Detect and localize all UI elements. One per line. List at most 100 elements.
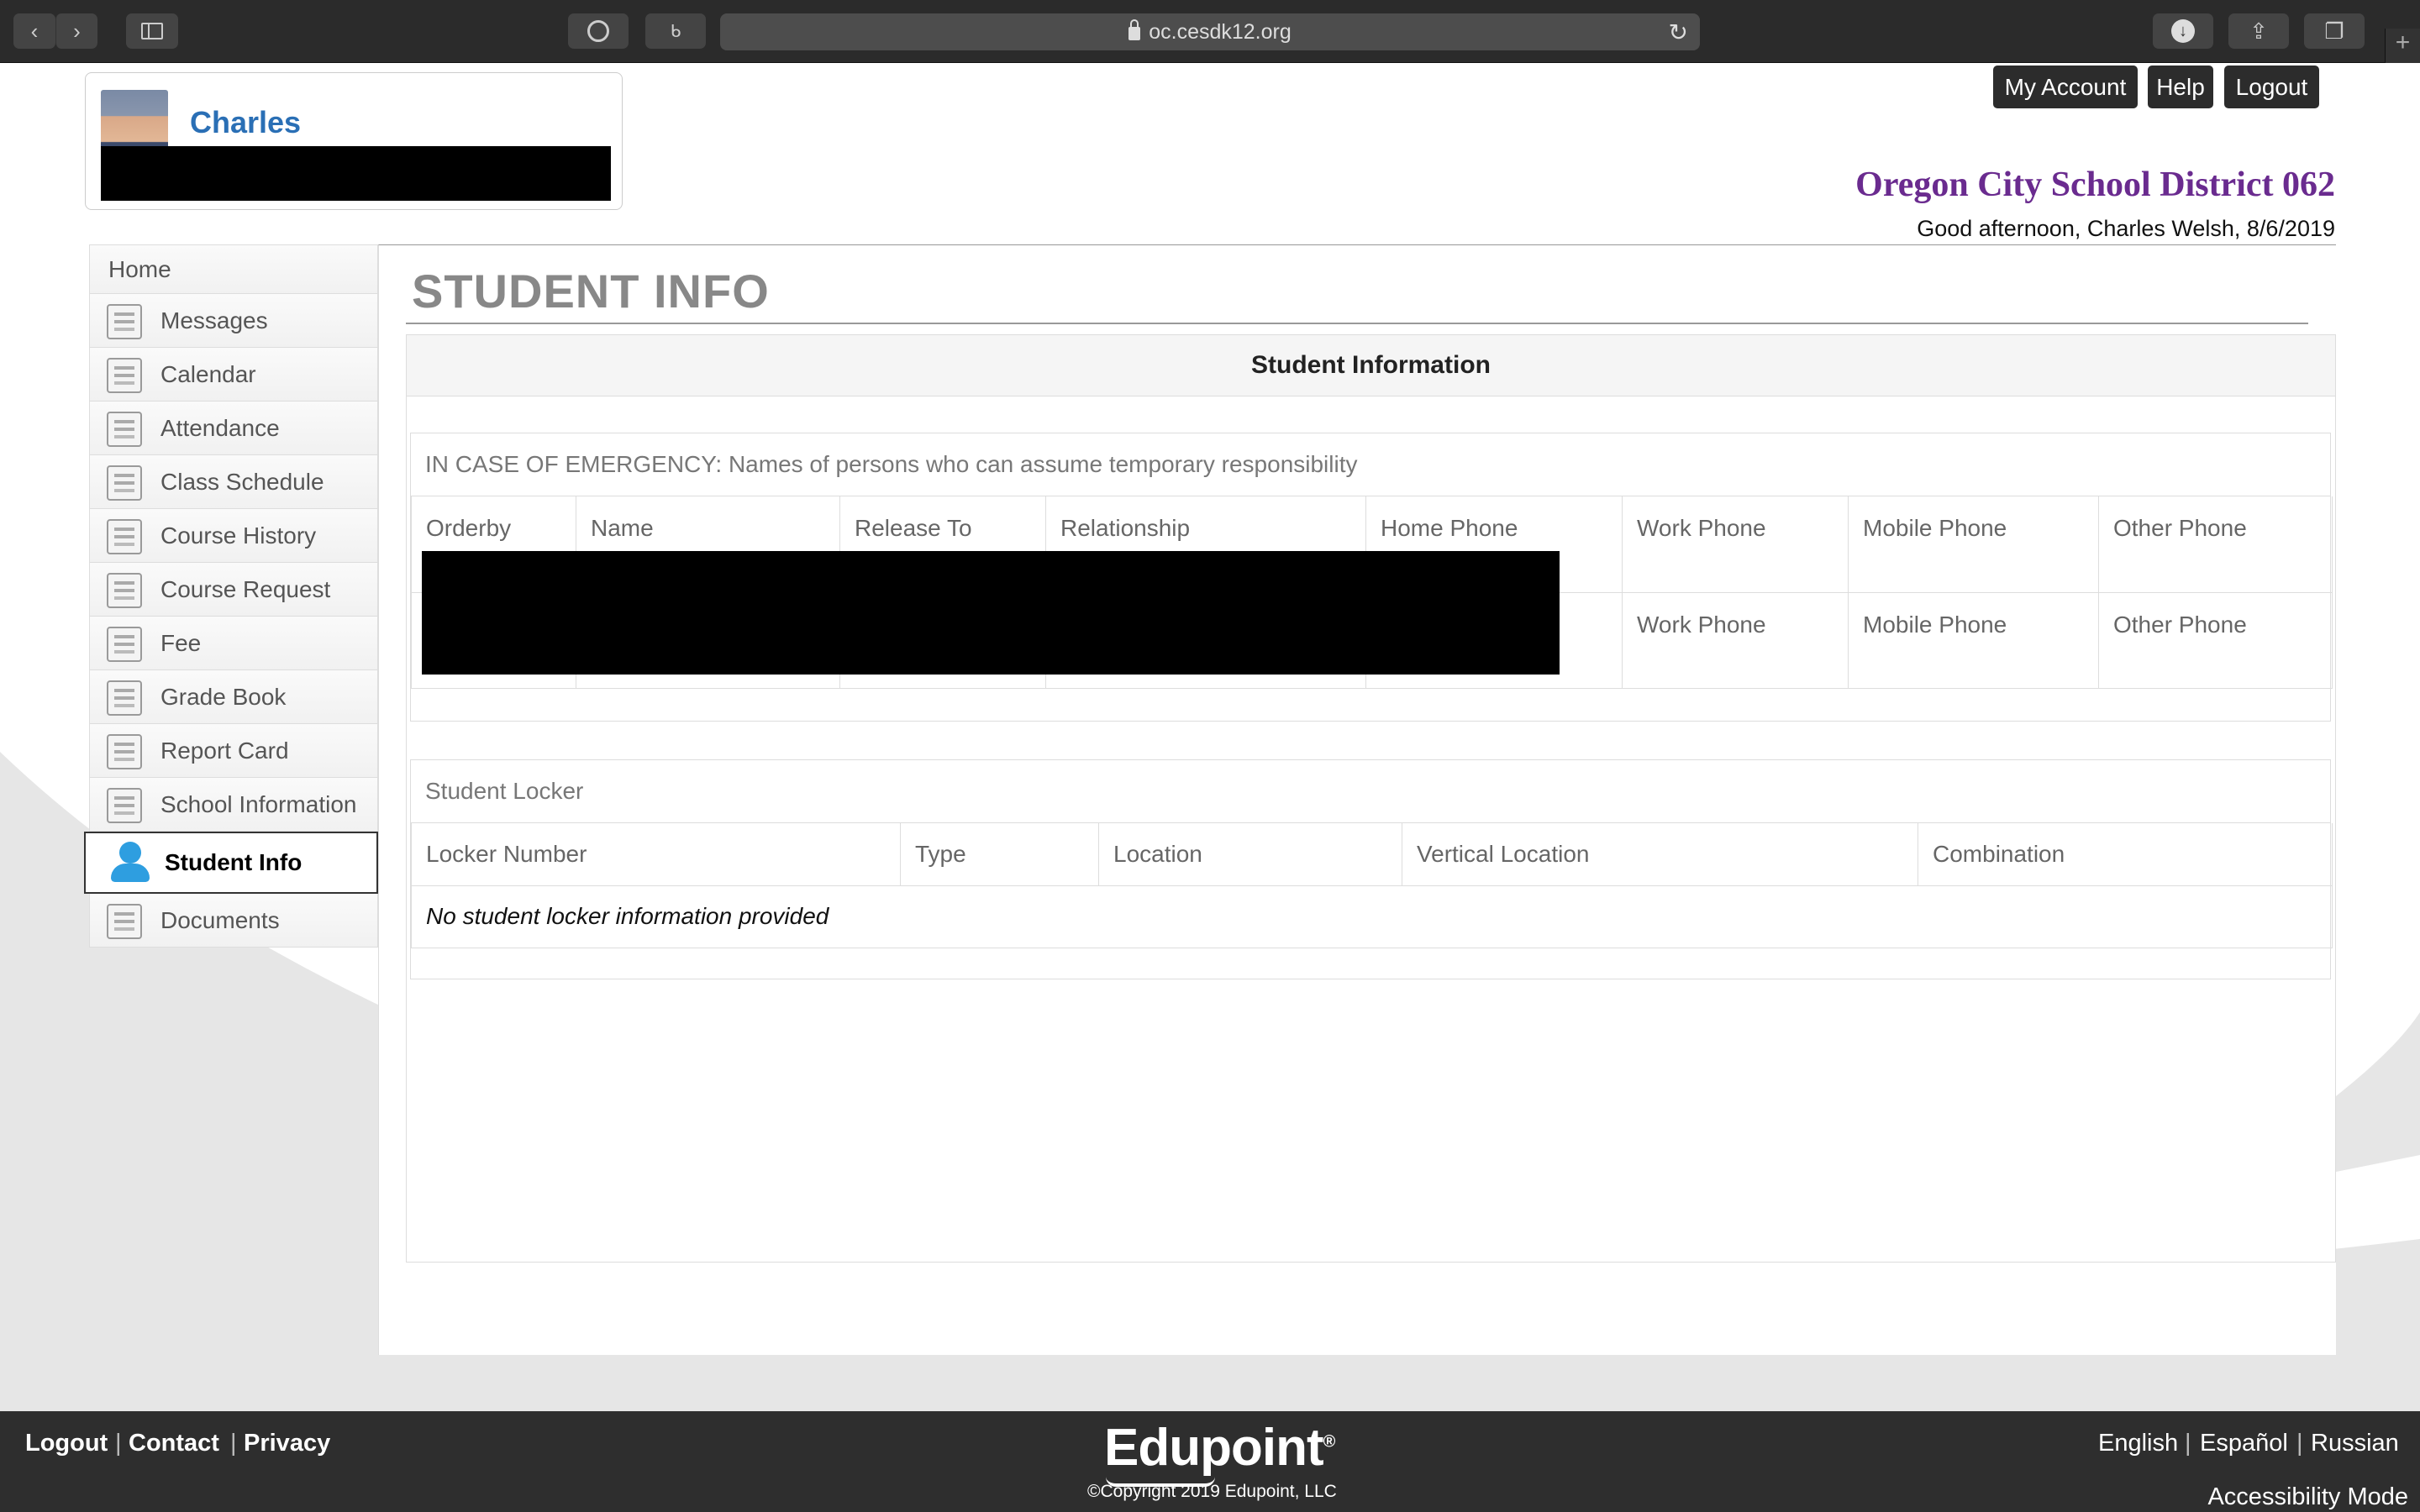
calendar-icon bbox=[107, 358, 142, 393]
column-header: Mobile Phone bbox=[1848, 496, 2099, 593]
table-cell: Mobile Phone bbox=[1848, 591, 2099, 689]
footer-privacy-link[interactable]: Privacy bbox=[244, 1430, 330, 1457]
share-icon: ⇪ bbox=[2249, 18, 2268, 44]
sidebar-icon bbox=[141, 23, 163, 39]
column-header: Combination bbox=[1918, 823, 2333, 886]
chevron-left-icon: ‹ bbox=[30, 18, 39, 44]
forward-button[interactable]: › bbox=[55, 13, 97, 49]
sidebar-item-documents[interactable]: Documents bbox=[89, 894, 378, 948]
sidebar-item-course-request[interactable]: Course Request bbox=[89, 563, 378, 617]
sidebar-toggle-button[interactable] bbox=[126, 13, 178, 49]
column-header: Vertical Location bbox=[1402, 823, 1918, 886]
edupoint-logo: Edupoint® bbox=[1104, 1418, 1336, 1478]
language-russian-link[interactable]: Russian bbox=[2311, 1430, 2399, 1457]
student-information-box: Student Information IN CASE OF EMERGENCY… bbox=[406, 334, 2336, 1263]
extension-icon: ᑲ bbox=[670, 22, 681, 41]
title-divider bbox=[406, 323, 2308, 324]
sidebar-item-label: Messages bbox=[160, 307, 268, 333]
locker-title: Student Locker bbox=[411, 760, 2330, 823]
sidebar-item-class-schedule[interactable]: Class Schedule bbox=[89, 455, 378, 509]
messages-icon bbox=[107, 304, 142, 339]
reload-icon[interactable]: ↻ bbox=[1669, 18, 1688, 46]
downloads-button[interactable]: ↓ bbox=[2153, 13, 2213, 49]
password-manager-button[interactable] bbox=[568, 13, 629, 49]
language-english-link[interactable]: English bbox=[2098, 1430, 2178, 1457]
extension-button[interactable]: ᑲ bbox=[645, 13, 706, 49]
chevron-right-icon: › bbox=[73, 18, 81, 44]
sidebar-item-fee[interactable]: Fee bbox=[89, 617, 378, 670]
back-button[interactable]: ‹ bbox=[13, 13, 55, 49]
locker-section: Student Locker Locker Number Type Locati… bbox=[410, 759, 2333, 979]
logout-button[interactable]: Logout bbox=[2224, 66, 2319, 108]
address-bar[interactable]: oc.cesdk12.org ↻ bbox=[720, 13, 1700, 50]
my-account-button[interactable]: My Account bbox=[1993, 66, 2138, 108]
sidebar-item-grade-book[interactable]: Grade Book bbox=[89, 670, 378, 724]
logo-mark: ® bbox=[1323, 1432, 1336, 1452]
sidebar-item-label: Class Schedule bbox=[160, 468, 324, 495]
footer-contact-link[interactable]: Contact bbox=[129, 1430, 219, 1457]
sidebar-item-school-information[interactable]: School Information bbox=[89, 778, 378, 832]
sidebar-item-calendar[interactable]: Calendar bbox=[89, 348, 378, 402]
sidebar-item-label: Documents bbox=[160, 906, 280, 933]
tabs-button[interactable]: ❐ bbox=[2304, 13, 2365, 49]
password-icon bbox=[587, 20, 609, 42]
class-schedule-icon bbox=[107, 465, 142, 501]
sidebar-item-messages[interactable]: Messages bbox=[89, 294, 378, 348]
tabs-icon: ❐ bbox=[2324, 18, 2344, 44]
sidebar-item-label: Course Request bbox=[160, 575, 331, 602]
column-header: Locker Number bbox=[411, 823, 901, 886]
sidebar-item-label: Fee bbox=[160, 629, 202, 656]
column-header: Type bbox=[900, 823, 1099, 886]
sidebar-item-label: Report Card bbox=[160, 737, 289, 764]
table-cell: Other Phone bbox=[2098, 591, 2333, 689]
sidebar-item-label: Student Info bbox=[165, 849, 302, 875]
sidebar-item-student-info[interactable]: Student Info bbox=[84, 832, 378, 894]
logo-text: Edupoint bbox=[1104, 1419, 1324, 1477]
column-header: Location bbox=[1098, 823, 1402, 886]
documents-icon bbox=[107, 904, 142, 939]
new-tab-button[interactable]: + bbox=[2385, 29, 2420, 63]
main-content: STUDENT INFO Student Information IN CASE… bbox=[378, 244, 2336, 1355]
table-row: No student locker information provided bbox=[411, 885, 2333, 948]
language-espanol-link[interactable]: Español bbox=[2200, 1430, 2288, 1457]
browser-toolbar: ‹ › ᑲ oc.cesdk12.org ↻ ↓ ⇪ ❐ + bbox=[0, 0, 2420, 63]
sidebar-nav: Home Messages Calendar Attendance Class … bbox=[84, 244, 378, 948]
sidebar-item-label: Course History bbox=[160, 522, 317, 549]
grade-book-icon bbox=[107, 680, 142, 716]
district-name: Oregon City School District 062 bbox=[1855, 165, 2335, 204]
help-button[interactable]: Help bbox=[2148, 66, 2213, 108]
table-row: Locker Number Type Location Vertical Loc… bbox=[411, 823, 2333, 886]
school-icon bbox=[107, 788, 142, 823]
sidebar-item-course-history[interactable]: Course History bbox=[89, 509, 378, 563]
redacted-block bbox=[422, 551, 1560, 675]
table-cell: Work Phone bbox=[1622, 591, 1849, 689]
fee-icon bbox=[107, 627, 142, 662]
sidebar-item-label: Attendance bbox=[160, 414, 280, 441]
lock-icon bbox=[1128, 19, 1141, 40]
footer-logout-link[interactable]: Logout bbox=[25, 1430, 108, 1457]
url-text: oc.cesdk12.org bbox=[1149, 19, 1292, 44]
course-request-icon bbox=[107, 573, 142, 608]
locker-table: Locker Number Type Location Vertical Loc… bbox=[411, 823, 2333, 948]
footer-separator: | bbox=[230, 1430, 237, 1457]
course-history-icon bbox=[107, 519, 142, 554]
sidebar-item-home[interactable]: Home bbox=[89, 244, 378, 294]
sidebar-item-report-card[interactable]: Report Card bbox=[89, 724, 378, 778]
sidebar-item-label: Home bbox=[108, 255, 171, 282]
share-button[interactable]: ⇪ bbox=[2228, 13, 2289, 49]
footer-separator: | bbox=[2296, 1430, 2303, 1457]
sidebar-item-label: School Information bbox=[160, 790, 357, 817]
redacted-block bbox=[101, 146, 611, 201]
student-profile-card: Charles bbox=[85, 72, 623, 210]
footer: Logout | Contact | Privacy Edupoint® ©Co… bbox=[0, 1411, 2420, 1512]
emergency-section: IN CASE OF EMERGENCY: Names of persons w… bbox=[410, 433, 2333, 722]
footer-separator: | bbox=[115, 1430, 122, 1457]
column-header: Other Phone bbox=[2098, 496, 2333, 593]
sidebar-item-attendance[interactable]: Attendance bbox=[89, 402, 378, 455]
empty-message: No student locker information provided bbox=[411, 885, 2333, 948]
student-name[interactable]: Charles bbox=[190, 105, 301, 140]
emergency-title: IN CASE OF EMERGENCY: Names of persons w… bbox=[411, 433, 2330, 496]
box-header: Student Information bbox=[407, 335, 2335, 396]
accessibility-mode-link[interactable]: Accessibility Mode bbox=[2207, 1483, 2408, 1511]
report-card-icon bbox=[107, 734, 142, 769]
